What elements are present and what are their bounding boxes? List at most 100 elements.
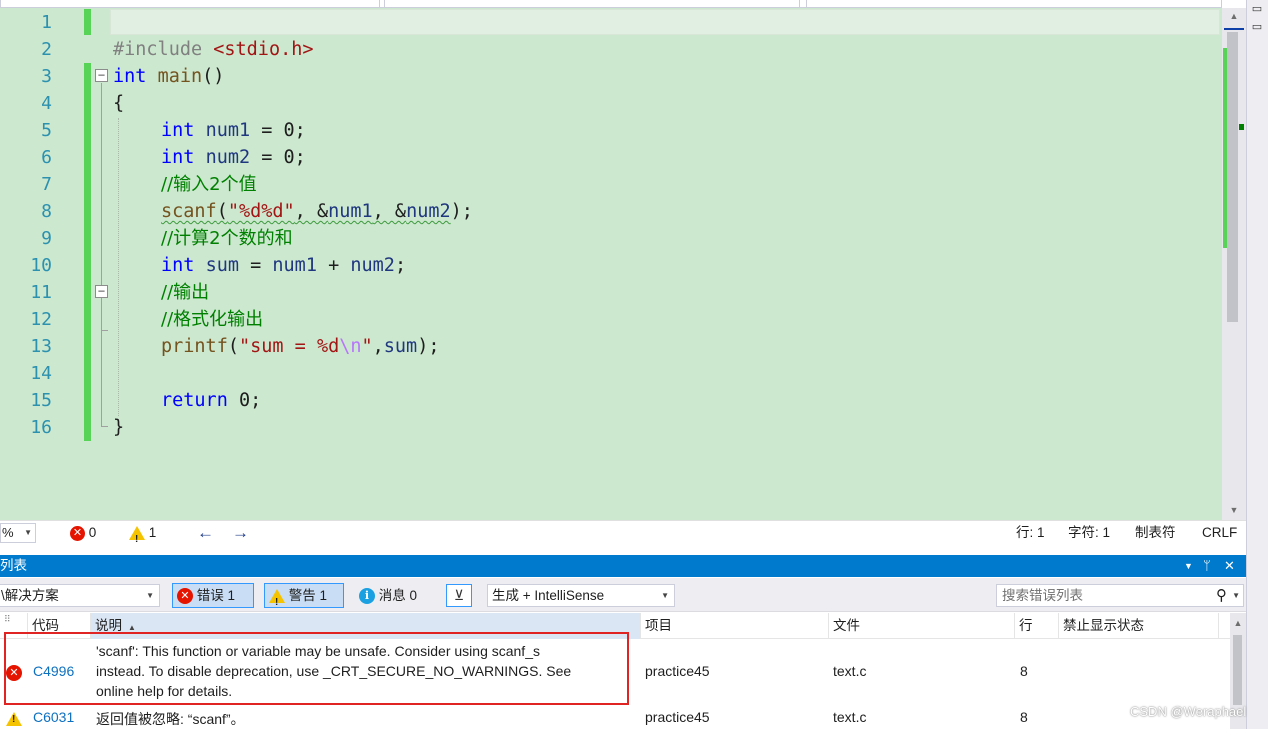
arrow-left-icon[interactable]: ← xyxy=(197,521,214,545)
keyword: int xyxy=(161,255,195,276)
column-header-line[interactable]: 行 xyxy=(1015,613,1059,639)
variable: sum xyxy=(383,336,418,357)
annotation-highlight-box xyxy=(4,632,629,705)
editor-vertical-scrollbar[interactable]: ▲ ▼ xyxy=(1222,8,1246,520)
scrollbar-thumb[interactable] xyxy=(1227,32,1238,322)
code-text: , xyxy=(372,336,384,357)
code-line-2: #include <stdio.h> xyxy=(113,36,314,63)
keyword: int xyxy=(113,66,147,87)
error-list-title: 列表 xyxy=(0,558,27,573)
error-list-titlebar: 列表 ▼ ᛘ ✕ xyxy=(0,555,1246,577)
line-ending-indicator[interactable]: CRLF xyxy=(1202,521,1237,545)
zoom-value: % xyxy=(2,525,14,540)
warning-squiggle[interactable]: scanf("%d%d", &num1, &num2 xyxy=(161,201,451,222)
code-text: , & xyxy=(372,201,407,222)
warnings-toggle-label: 警告 1 xyxy=(288,588,328,603)
errors-toggle-label: 错误 1 xyxy=(196,588,236,603)
code-line-5: int num1 = 0; xyxy=(161,117,306,144)
error-project: practice45 xyxy=(645,663,710,679)
variable: num1 xyxy=(205,120,251,141)
column-header-project[interactable]: 项目 xyxy=(641,613,829,639)
member-combo[interactable] xyxy=(806,0,1222,8)
keyword: int xyxy=(161,120,195,141)
line-number: 16 xyxy=(30,417,52,438)
line-number: 14 xyxy=(30,363,52,384)
code-text: () xyxy=(202,66,225,87)
line-number: 13 xyxy=(30,336,52,357)
include-file: <stdio.h> xyxy=(213,39,314,60)
line-number: 10 xyxy=(30,255,52,276)
scrollbar-thumb[interactable] xyxy=(1233,635,1242,705)
line-number: 8 xyxy=(41,201,52,222)
info-icon: i xyxy=(359,588,375,605)
scroll-down-icon[interactable]: ▼ xyxy=(1227,504,1241,516)
collapse-icon[interactable]: − xyxy=(95,285,108,298)
variable: num2 xyxy=(205,147,251,168)
pane-icon[interactable]: ▭ xyxy=(1250,2,1264,16)
scope-combo[interactable] xyxy=(384,0,800,8)
warning-count-indicator[interactable]: ! 1 xyxy=(129,521,156,545)
column-header-file[interactable]: 文件 xyxy=(829,613,1015,639)
pin-icon[interactable]: ᛘ xyxy=(1203,555,1211,577)
comment: //格式化输出 xyxy=(161,309,264,330)
code-line-3: int main() xyxy=(113,63,224,90)
variable: num2 xyxy=(406,201,451,222)
escape-sequence: \n xyxy=(339,336,362,357)
change-indicator xyxy=(84,63,91,441)
code-editor[interactable]: 1 2 3 4 5 6 7 8 9 10 11 12 13 14 15 16 −… xyxy=(0,8,1222,520)
preprocessor-directive: #include xyxy=(113,39,203,60)
line-number: 11 xyxy=(30,282,52,303)
pane-icon[interactable]: ▭ xyxy=(1250,20,1264,34)
string-literal: "sum = xyxy=(238,336,317,357)
error-count-indicator[interactable]: ✕ 0 xyxy=(70,521,96,545)
window-menu-icon[interactable]: ▼ xyxy=(1184,555,1193,577)
scope-filter-combo[interactable]: \解决方案 ▼ xyxy=(0,584,160,607)
code-line-6: int num2 = 0; xyxy=(161,144,306,171)
line-indicator[interactable]: 行: 1 xyxy=(1016,521,1045,545)
search-icon: ⚲ xyxy=(1216,587,1227,604)
error-file: text.c xyxy=(833,663,867,679)
editor-status-bar: % ▼ ✕ 0 ! 1 ← → 行: 1 字符: 1 制表符 CRLF xyxy=(0,520,1246,545)
code-text: ( xyxy=(216,201,228,222)
messages-filter-toggle[interactable]: i 消息 0 xyxy=(354,583,434,608)
variable: num1 xyxy=(328,201,373,222)
string-literal: " xyxy=(361,336,373,357)
warning-code-link[interactable]: C6031 xyxy=(33,709,74,725)
close-icon[interactable]: ✕ xyxy=(1224,555,1235,577)
collapse-icon[interactable]: − xyxy=(95,69,108,82)
table-row[interactable]: ! C6031 返回值被忽略: “scanf”。 practice45 text… xyxy=(0,706,1230,729)
chevron-down-icon: ▼ xyxy=(24,528,32,537)
arrow-right-icon[interactable]: → xyxy=(232,521,249,545)
messages-toggle-label: 消息 0 xyxy=(378,588,418,603)
tabs-indicator[interactable]: 制表符 xyxy=(1135,521,1176,545)
search-error-list-input[interactable]: 搜索错误列表 ⚲ ▼ xyxy=(996,584,1244,607)
filter-icon[interactable]: ⊻ xyxy=(446,584,472,607)
code-line-10: int sum = num1 + num2; xyxy=(161,252,406,279)
error-list-toolbar: \解决方案 ▼ ✕ 错误 1 ! 警告 1 i 消息 0 ⊻ 生成 + Intel… xyxy=(0,578,1246,612)
warning-icon: ! xyxy=(269,589,285,608)
change-indicator xyxy=(84,9,91,35)
errors-filter-toggle[interactable]: ✕ 错误 1 xyxy=(172,583,254,608)
string-literal: "%d%d" xyxy=(227,201,295,222)
code-text: + xyxy=(316,255,351,276)
scroll-up-icon[interactable]: ▲ xyxy=(1231,617,1245,629)
column-header-suppression[interactable]: 禁止显示状态 xyxy=(1059,613,1219,639)
project-combo[interactable] xyxy=(0,0,380,8)
code-text: ; xyxy=(394,255,407,276)
line-number: 3 xyxy=(41,66,52,87)
side-tool-strip: ▭ ▭ xyxy=(1246,0,1268,729)
line-number: 7 xyxy=(41,174,52,195)
warnings-filter-toggle[interactable]: ! 警告 1 xyxy=(264,583,344,608)
line-number: 5 xyxy=(41,120,52,141)
zoom-combo[interactable]: % ▼ xyxy=(0,523,36,543)
chevron-down-icon: ▼ xyxy=(1232,591,1240,600)
code-line-11: //输出 xyxy=(161,279,209,306)
scroll-up-icon[interactable]: ▲ xyxy=(1227,10,1241,22)
line-number: 15 xyxy=(30,390,52,411)
variable: sum xyxy=(205,255,239,276)
build-source-combo[interactable]: 生成 + IntelliSense ▼ xyxy=(487,584,675,607)
line-number: 6 xyxy=(41,147,52,168)
format-specifier: %d xyxy=(316,336,340,357)
char-indicator[interactable]: 字符: 1 xyxy=(1068,521,1110,545)
outline-end xyxy=(101,330,108,331)
